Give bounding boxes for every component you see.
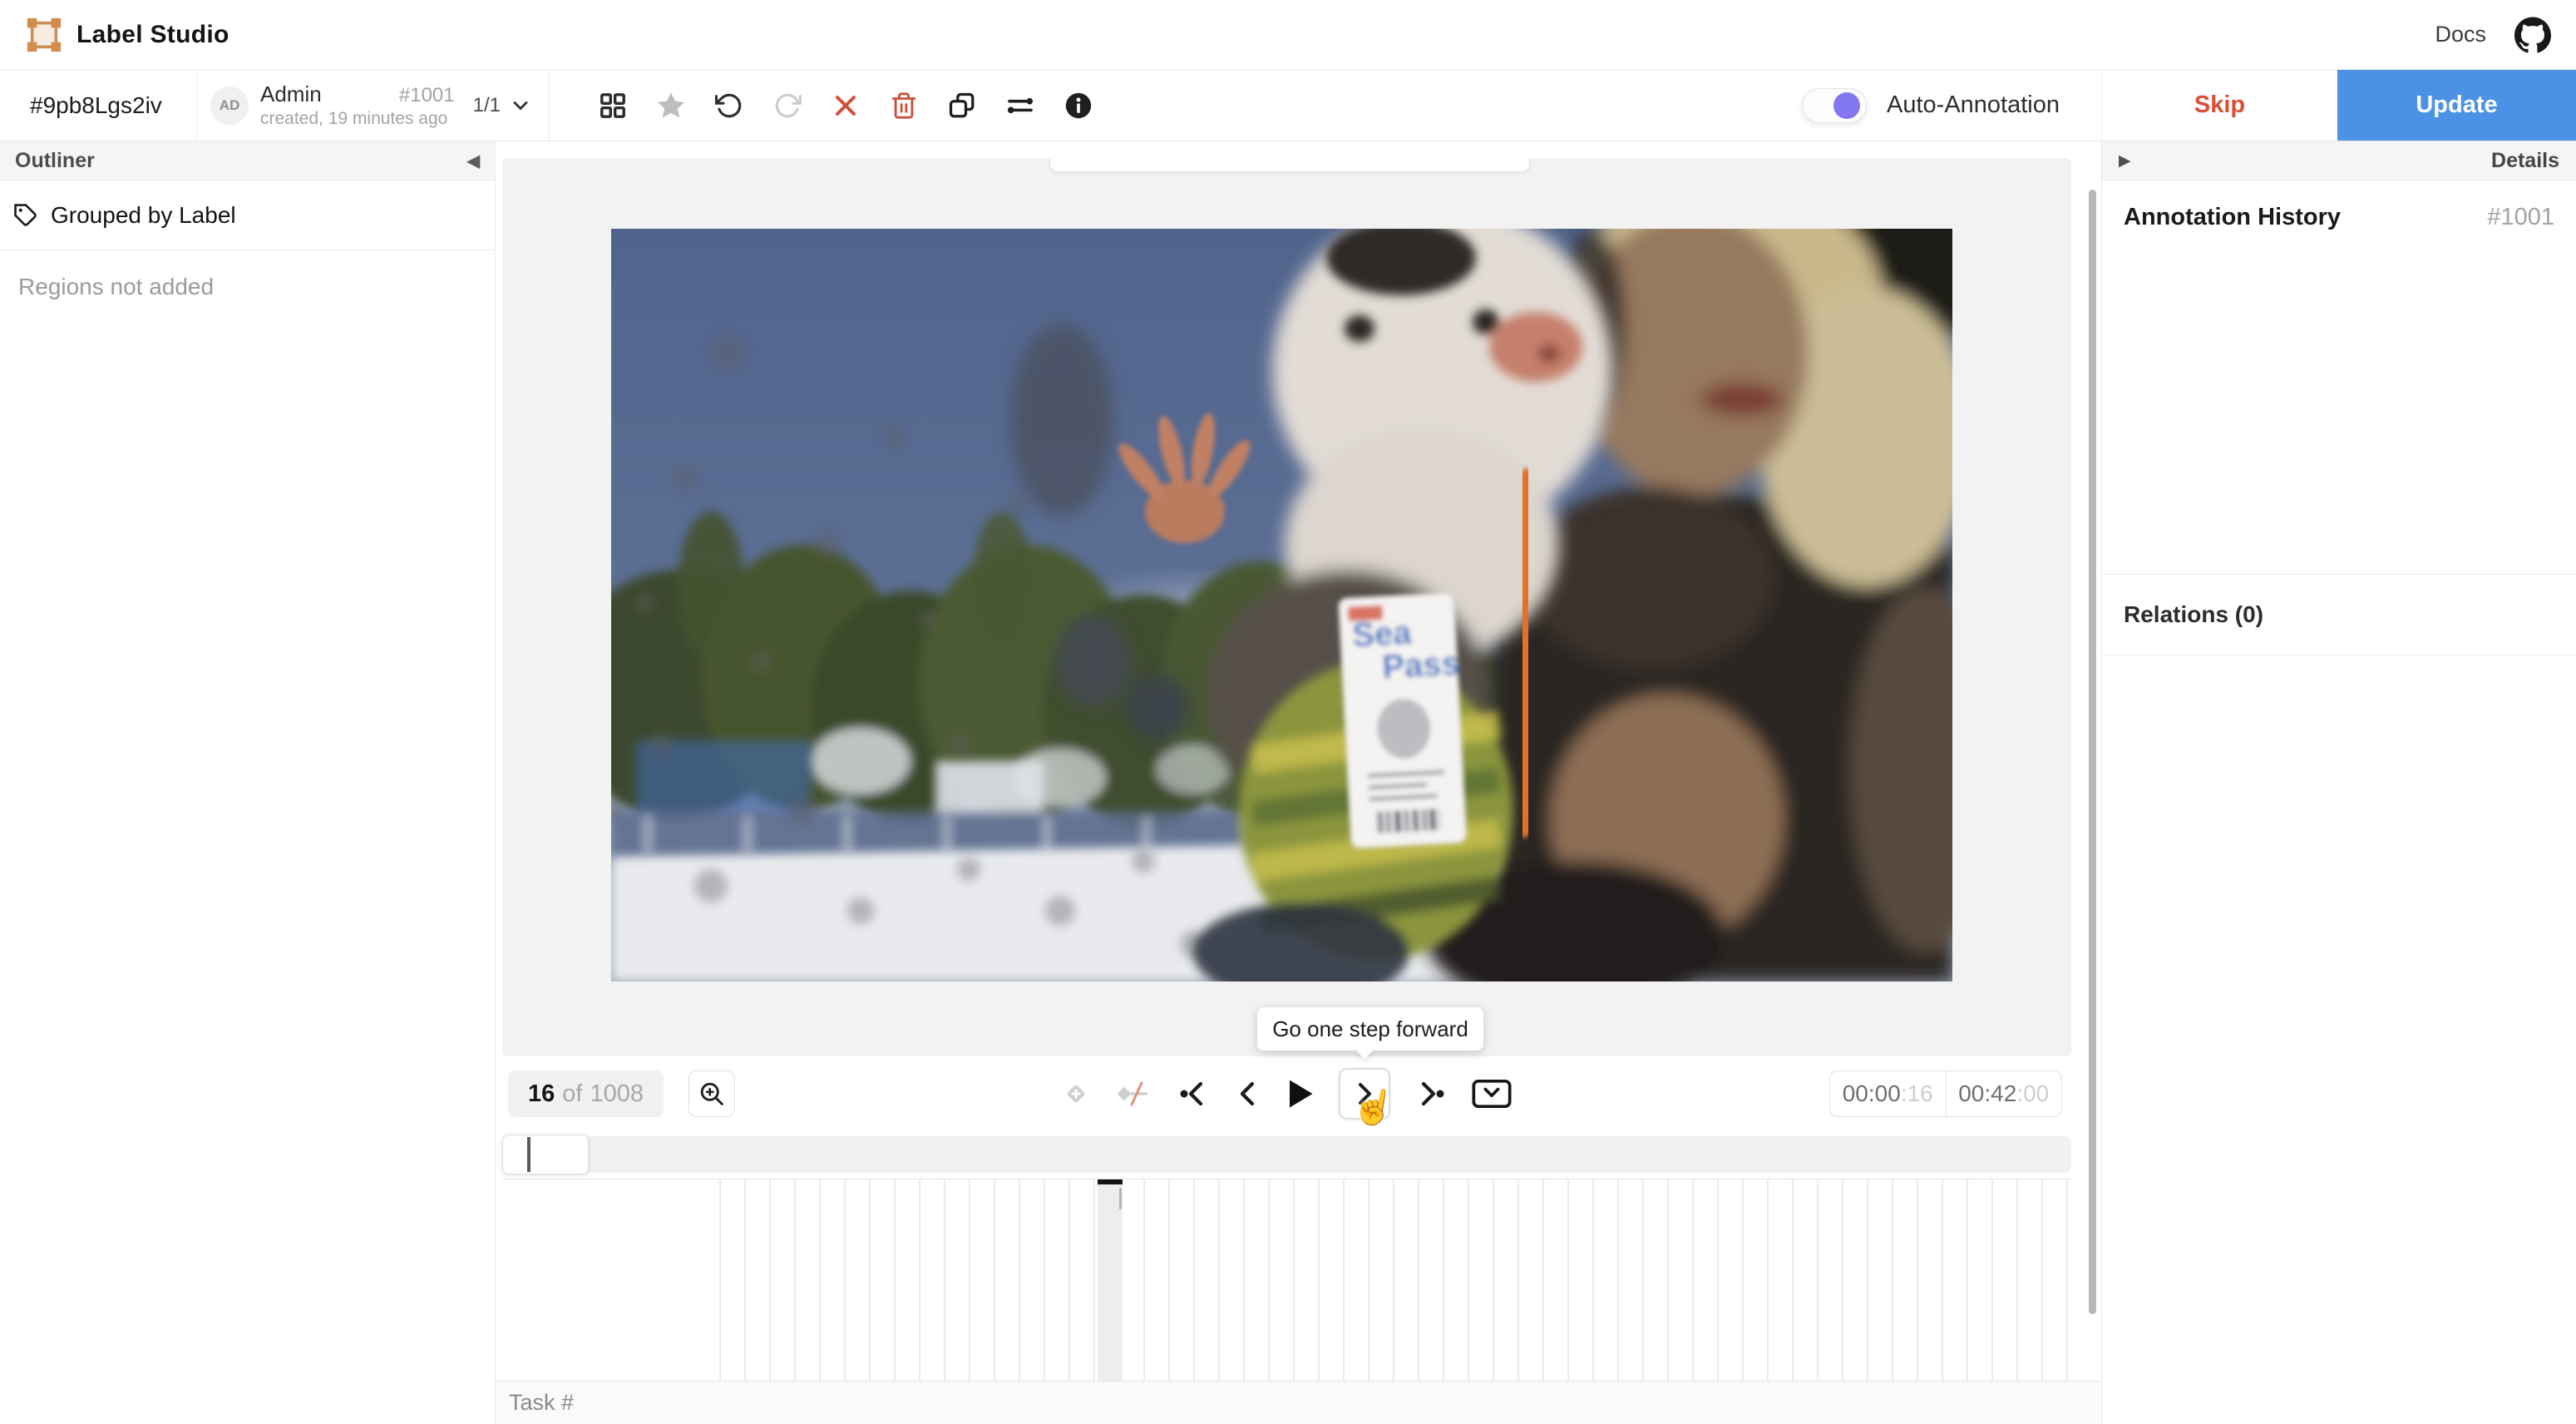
app-header: Label Studio Docs: [0, 0, 2576, 70]
skip-button[interactable]: Skip: [2101, 70, 2337, 141]
player-buttons: ☝: [1059, 1056, 1513, 1131]
annotation-history-header[interactable]: Annotation History #1001: [2102, 180, 2576, 231]
update-button[interactable]: Update: [2337, 70, 2576, 141]
current-time-frames: :16: [1901, 1080, 1933, 1107]
collapsed-top-panel[interactable]: [1049, 158, 1530, 172]
tooltip-text: Go one step forward: [1272, 1016, 1468, 1042]
app-title: Label Studio: [76, 21, 229, 49]
annotation-history-label: Annotation History: [2124, 204, 2341, 231]
avatar: AD: [210, 87, 249, 125]
next-keyframe-icon[interactable]: [1412, 1077, 1448, 1110]
star-icon[interactable]: [653, 87, 689, 124]
relations-icon[interactable]: [1002, 87, 1039, 124]
playback-controls: 16 of 1008: [496, 1056, 2101, 1131]
tooltip: Go one step forward: [1257, 1007, 1483, 1051]
annotation-author: Admin: [260, 82, 322, 107]
seek-thumb[interactable]: [502, 1135, 589, 1174]
seek-position-marker: [527, 1137, 530, 1172]
docs-link[interactable]: Docs: [2435, 22, 2486, 47]
task-label: Task #: [509, 1390, 574, 1416]
label-studio-logo-icon[interactable]: [25, 16, 63, 54]
expand-panel-icon[interactable]: ▶: [2119, 151, 2131, 171]
outliner-panel: Outliner ◀ Grouped by Label Regions not …: [0, 141, 496, 1424]
step-backward-icon[interactable]: [1234, 1077, 1259, 1110]
collapse-panel-icon[interactable]: ◀: [467, 151, 480, 171]
regions-empty-message: Regions not added: [18, 274, 495, 300]
annotation-created: created, 19 minutes ago: [260, 109, 455, 129]
github-icon[interactable]: [2514, 17, 2551, 53]
relations-label: Relations (0): [2124, 601, 2263, 628]
redo-icon[interactable]: [769, 87, 806, 124]
playhead-marker: [1098, 1179, 1123, 1184]
task-id: #9pb8Lgs2iv: [0, 70, 197, 141]
details-title: Details: [2491, 149, 2559, 173]
annotation-id: #1001: [399, 84, 455, 107]
grid-view-icon[interactable]: [595, 87, 631, 124]
reject-icon[interactable]: [827, 87, 864, 124]
time-display: 00:00:16 00:42:00: [1829, 1070, 2062, 1117]
frame-counter-input[interactable]: 16 of 1008: [508, 1070, 664, 1117]
total-time-frames: :00: [2016, 1080, 2049, 1107]
annotation-history-id: #1001: [2487, 204, 2554, 231]
vertical-scrollbar[interactable]: [2089, 190, 2096, 1314]
total-time: 00:42: [1958, 1080, 2016, 1107]
keyframe-interpolation-icon[interactable]: [1114, 1077, 1154, 1110]
frame-separator: of: [562, 1080, 582, 1108]
toggle-knob: [1833, 92, 1860, 119]
auto-annotation-label: Auto-Annotation: [1887, 91, 2060, 119]
timeline-minimap-icon[interactable]: [1470, 1075, 1513, 1112]
main-content: Sea Pass Go one: [496, 141, 2101, 1424]
frame-current: 16: [528, 1080, 555, 1108]
current-time: 00:00: [1843, 1080, 1901, 1107]
frame-total: 1008: [590, 1080, 644, 1108]
step-forward-icon[interactable]: ☝: [1339, 1068, 1390, 1120]
annotation-pager-count: 1/1: [473, 94, 501, 117]
annotation-toolbar: #9pb8Lgs2iv AD Admin #1001 created, 19 m…: [0, 70, 2576, 141]
outliner-title: Outliner: [15, 149, 95, 173]
annotation-pager[interactable]: 1/1: [473, 94, 532, 117]
undo-icon[interactable]: [711, 87, 748, 124]
playhead-column[interactable]: [1098, 1179, 1123, 1381]
frames-timeline[interactable]: [502, 1179, 2071, 1381]
timeline-grid: [719, 1179, 2071, 1381]
media-stage: Sea Pass: [502, 158, 2071, 1056]
group-by-label-text: Grouped by Label: [51, 202, 236, 229]
seekbar: [502, 1135, 2071, 1174]
details-panel: ▶ Details Annotation History #1001 Relat…: [2101, 141, 2576, 1424]
info-icon[interactable]: [1060, 87, 1097, 124]
toolbar-icon-group: [550, 70, 1097, 141]
playhead-tick: [1119, 1188, 1122, 1209]
video-frame[interactable]: Sea Pass: [611, 229, 1952, 981]
tag-icon: [13, 203, 38, 228]
relations-section-header[interactable]: Relations (0): [2102, 574, 2576, 655]
task-footer: Task #: [496, 1381, 2101, 1424]
auto-annotation-toggle[interactable]: [1802, 88, 1867, 123]
keyframe-add-icon[interactable]: [1059, 1077, 1093, 1110]
prev-keyframe-icon[interactable]: [1176, 1077, 1212, 1110]
play-icon[interactable]: [1281, 1075, 1317, 1112]
zoom-in-icon[interactable]: [688, 1070, 735, 1117]
delete-icon[interactable]: [886, 87, 922, 124]
label-studio-app: Label Studio Docs #9pb8Lgs2iv AD Admin #…: [0, 0, 2576, 1424]
total-time-input[interactable]: 00:42:00: [1947, 1071, 2062, 1116]
seek-track[interactable]: [502, 1136, 2071, 1173]
chevron-down-icon: [509, 94, 532, 117]
badge-text-line2: Pass: [1381, 645, 1461, 686]
duplicate-icon[interactable]: [944, 87, 980, 124]
annotation-selector[interactable]: AD Admin #1001 created, 19 minutes ago 1…: [197, 70, 550, 141]
group-by-label-selector[interactable]: Grouped by Label: [0, 180, 495, 250]
current-time-input[interactable]: 00:00:16: [1830, 1071, 1947, 1116]
